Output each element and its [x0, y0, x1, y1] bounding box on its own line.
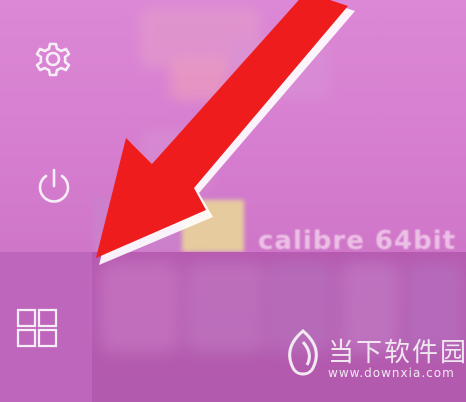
watermark-logo-icon [288, 329, 318, 376]
watermark: 当下软件园 www.downxia.com [276, 324, 466, 388]
screenshot-stage: calibre 64bit 当下软件园 www.downxia.com [0, 0, 466, 402]
watermark-url: www.downxia.com [328, 366, 455, 380]
watermark-name: 当下软件园 [328, 338, 466, 368]
